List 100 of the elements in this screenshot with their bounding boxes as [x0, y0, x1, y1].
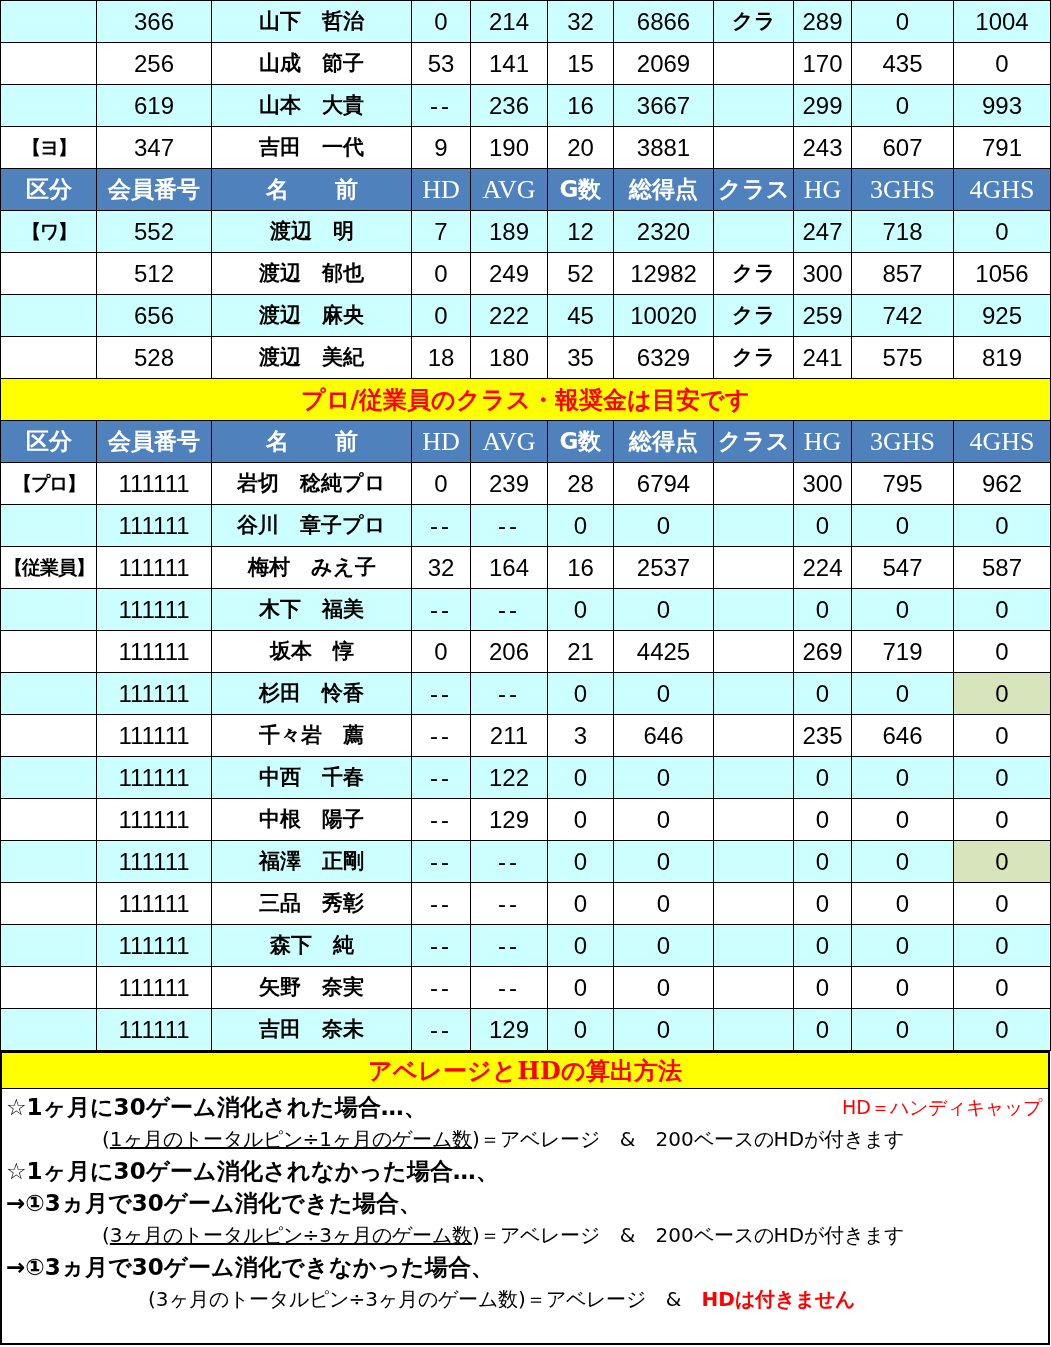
table-cell: 170	[802, 49, 843, 77]
column-header: 3GHS	[870, 175, 935, 204]
column-header: 総得点	[629, 428, 698, 455]
table-cell: --	[430, 721, 452, 749]
table-cell: 渡辺 明	[269, 218, 354, 243]
table-cell: 坂本 惇	[269, 638, 354, 663]
table-cell: 2320	[636, 217, 691, 245]
table-cell: 岩切 稔純プロ	[237, 470, 386, 495]
table-cell: 111111	[118, 679, 190, 707]
table-cell: 4425	[636, 637, 691, 665]
table-cell: 111111	[118, 721, 190, 749]
table-cell: 0	[434, 7, 448, 35]
table-cell: 吉田 一代	[259, 134, 364, 159]
table-cell: 0	[434, 469, 448, 497]
table-cell: 512	[133, 259, 174, 287]
table-cell: 259	[802, 301, 843, 329]
table-cell: 0	[656, 847, 671, 875]
table-cell: 6866	[636, 7, 691, 35]
table-cell: 189	[488, 217, 529, 245]
table-cell: 256	[133, 49, 174, 77]
notes-title: アベレージとHDの算出方法	[2, 1053, 1048, 1089]
table-cell: --	[498, 931, 520, 959]
table-cell: 0	[815, 511, 830, 539]
table-cell: 0	[895, 91, 910, 119]
table-cell: 0	[656, 511, 671, 539]
table-cell: 224	[802, 553, 843, 581]
table-cell: 819	[981, 343, 1022, 371]
table-cell: 575	[882, 343, 923, 371]
table-cell: 962	[981, 469, 1022, 497]
table-cell: 3667	[636, 91, 691, 119]
column-header: クラス	[717, 176, 790, 203]
table-cell: 21	[567, 637, 594, 665]
table-cell: 925	[981, 301, 1022, 329]
column-header: 会員番号	[108, 176, 200, 203]
table-cell: 249	[488, 259, 529, 287]
table-cell: 289	[802, 7, 843, 35]
table-cell: --	[430, 1015, 452, 1043]
table-cell: 111111	[118, 469, 190, 497]
table-cell: クラ	[731, 260, 776, 285]
table-cell: --	[430, 805, 452, 833]
table-cell: 16	[567, 553, 594, 581]
table-cell: 0	[573, 847, 588, 875]
table-cell: 木下 福美	[259, 596, 364, 621]
table-cell: 0	[573, 511, 588, 539]
table-cell: 10020	[630, 301, 697, 329]
table-cell: 0	[895, 595, 910, 623]
table-cell: 0	[895, 931, 910, 959]
table-cell: --	[430, 931, 452, 959]
table-cell: --	[430, 763, 452, 791]
table-cell: 718	[882, 217, 923, 245]
table-cell: 0	[815, 595, 830, 623]
table-cell: 0	[656, 889, 671, 917]
table-cell: 中根 陽子	[259, 806, 364, 831]
table-cell: 795	[882, 469, 923, 497]
table-cell: 山下 哲治	[259, 8, 364, 33]
column-header: HG	[803, 427, 842, 456]
table-cell: 0	[895, 763, 910, 791]
table-cell: 3	[573, 721, 588, 749]
table-cell: 0	[573, 679, 588, 707]
table-cell: 0	[995, 931, 1009, 959]
table-cell: 552	[133, 217, 174, 245]
column-header: 総得点	[629, 176, 698, 203]
table-cell: 239	[488, 469, 529, 497]
column-header: 名 前	[265, 428, 358, 455]
table-cell: 6794	[636, 469, 691, 497]
table-cell: 0	[895, 7, 910, 35]
table-cell: 607	[882, 133, 923, 161]
table-cell: 0	[656, 595, 671, 623]
table-cell: 山成 節子	[259, 50, 364, 75]
table-cell: 0	[434, 301, 448, 329]
table-cell: 35	[567, 343, 594, 371]
table-cell: 0	[995, 511, 1009, 539]
table-cell: 742	[882, 301, 923, 329]
table-cell: 渡辺 麻央	[259, 302, 364, 327]
table-cell: --	[430, 973, 452, 1001]
table-cell: 0	[895, 973, 910, 1001]
table-cell: 0	[895, 847, 910, 875]
table-cell: クラ	[731, 302, 776, 327]
table-cell: 111111	[118, 847, 190, 875]
table-cell: 3881	[636, 133, 691, 161]
table-cell: 111111	[118, 511, 190, 539]
table-cell: 190	[488, 133, 529, 161]
column-header: 3GHS	[870, 427, 935, 456]
column-header: 4GHS	[969, 175, 1035, 204]
table-cell: 857	[882, 259, 923, 287]
table-cell: --	[430, 511, 452, 539]
table-cell: 0	[573, 931, 588, 959]
table-cell: 547	[882, 553, 923, 581]
table-cell: 0	[995, 49, 1009, 77]
table-cell: 12	[567, 217, 594, 245]
table-cell: 235	[802, 721, 843, 749]
table-cell: クラ	[731, 8, 776, 33]
table-cell: 646	[882, 721, 923, 749]
table-cell: 0	[995, 973, 1009, 1001]
table-cell: 347	[133, 133, 174, 161]
column-header: 会員番号	[108, 428, 200, 455]
note-text: ☆1ヶ月に30ゲーム消化された場合…、	[5, 1092, 427, 1122]
table-cell: 111111	[118, 1015, 190, 1043]
table-cell: 渡辺 郁也	[259, 260, 364, 285]
column-header: クラス	[717, 428, 790, 455]
